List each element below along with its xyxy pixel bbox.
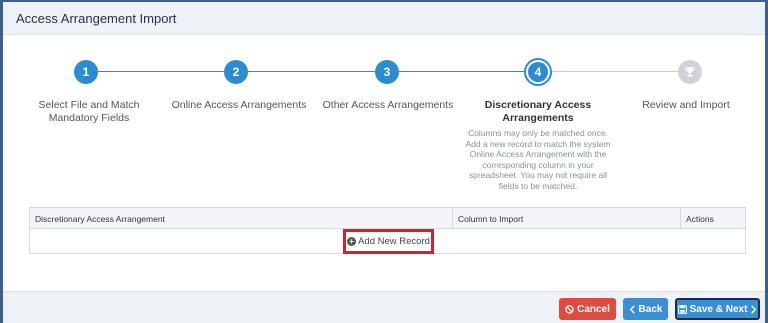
- step-connector: [98, 71, 224, 72]
- cancel-button[interactable]: Cancel: [559, 298, 616, 320]
- chevron-left-icon: [629, 304, 635, 314]
- save-next-label: Save & Next: [689, 303, 748, 315]
- modal-title: Access Arrangement Import: [16, 11, 177, 26]
- step-connector: [248, 71, 375, 72]
- col-header-column: Column to Import: [453, 208, 681, 229]
- save-and-next-button[interactable]: Save & Next: [675, 298, 760, 320]
- step-1-label: Select File and Match Mandatory Fields: [38, 99, 140, 124]
- step-3-circle[interactable]: 3: [375, 60, 399, 84]
- step-connector: [552, 71, 678, 72]
- modal-header: Access Arrangement Import: [3, 2, 765, 35]
- save-icon: [677, 304, 687, 314]
- col-header-actions: Actions: [686, 214, 714, 224]
- step-5-circle: [678, 60, 702, 84]
- step-4-number: 4: [528, 62, 548, 82]
- import-modal: Access Arrangement Import 1 2 3 4 Select…: [0, 0, 768, 323]
- plus-circle-icon: +: [347, 237, 357, 246]
- add-new-record-button[interactable]: + Add New Record: [343, 229, 434, 254]
- step-5-label: Review and Import: [642, 99, 730, 111]
- step-4-circle[interactable]: 4: [524, 58, 552, 86]
- cancel-label: Cancel: [577, 303, 610, 315]
- ban-icon: [565, 304, 574, 314]
- step-3-label: Other Access Arrangements: [322, 99, 454, 111]
- step-connector: [399, 71, 524, 72]
- table-header: Discretionary Access Arrangement Column …: [30, 208, 745, 229]
- back-button[interactable]: Back: [623, 298, 668, 320]
- step-2-circle[interactable]: 2: [224, 60, 248, 84]
- step-4-label: Discretionary Access Arrangements: [484, 99, 592, 124]
- step-help-text: Columns may only be matched once. Add a …: [465, 128, 611, 191]
- col-header-arrangement: Discretionary Access Arrangement: [30, 208, 453, 229]
- chevron-right-icon: [751, 304, 757, 314]
- step-1-circle[interactable]: 1: [74, 60, 98, 84]
- add-record-label: Add New Record: [358, 236, 430, 247]
- trophy-icon: [685, 67, 695, 77]
- step-2-label: Online Access Arrangements: [171, 99, 307, 111]
- back-label: Back: [638, 303, 663, 315]
